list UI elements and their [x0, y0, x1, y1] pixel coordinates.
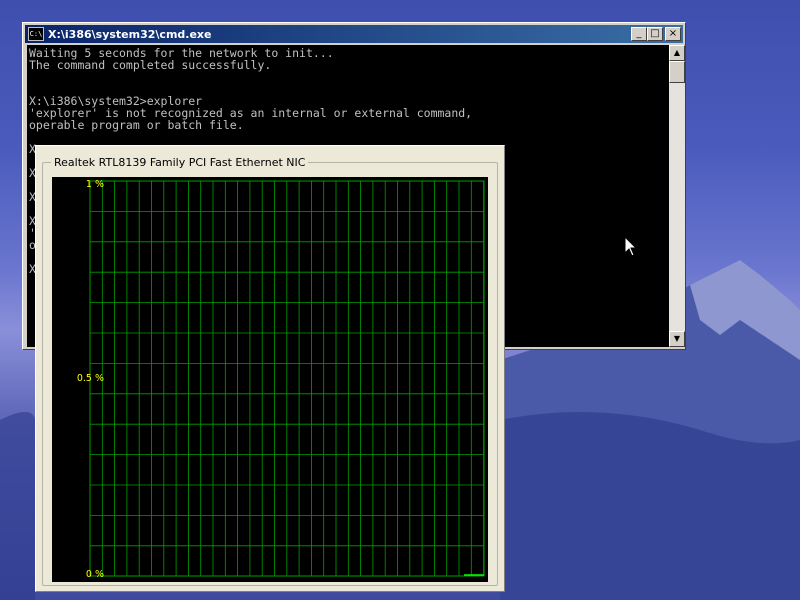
cmd-titlebar[interactable]: C:\ X:\i386\system32\cmd.exe _ □ × — [25, 25, 683, 43]
network-adapter-title: Realtek RTL8139 Family PCI Fast Ethernet… — [51, 156, 309, 169]
scroll-up-button[interactable]: ▲ — [669, 45, 685, 61]
cmd-window-title: X:\i386\system32\cmd.exe — [48, 27, 212, 41]
cmd-app-icon[interactable]: C:\ — [28, 27, 44, 41]
console-line: The command completed successfully. — [29, 58, 272, 72]
scroll-thumb[interactable] — [669, 61, 685, 83]
console-line: operable program or batch file. — [29, 118, 244, 132]
maximize-button[interactable]: □ — [647, 27, 663, 41]
mouse-pointer-icon — [624, 236, 638, 257]
close-button[interactable]: × — [665, 27, 681, 41]
y-label-mid: 0.5 % — [76, 373, 104, 384]
y-label-bottom: 0 % — [85, 569, 104, 580]
minimize-button[interactable]: _ — [631, 27, 647, 41]
scroll-down-button[interactable]: ▼ — [669, 331, 685, 347]
cmd-scrollbar[interactable]: ▲ ▼ — [669, 45, 685, 347]
network-utilization-graph: 1 % 0.5 % 0 % — [52, 177, 488, 582]
y-label-top: 1 % — [85, 179, 104, 190]
network-monitor-panel: Realtek RTL8139 Family PCI Fast Ethernet… — [35, 145, 505, 592]
network-graph-grid — [89, 180, 485, 577]
